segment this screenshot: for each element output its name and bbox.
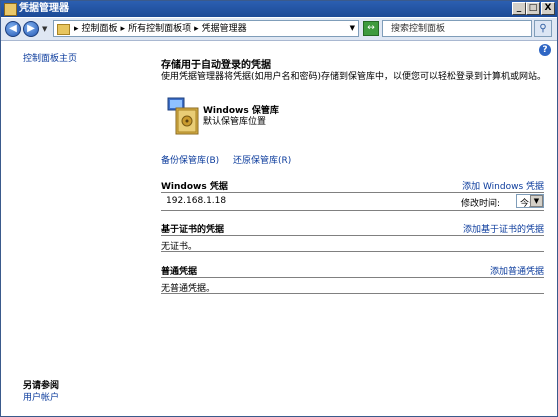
breadcrumb-separator-icon[interactable]: ▸ xyxy=(74,24,79,34)
add-generic-credential-link[interactable]: 添加普通凭据 xyxy=(490,264,544,277)
left-pane: 控制面板主页 另请参阅 用户帐户 xyxy=(1,41,151,416)
page-description: 使用凭据管理器将凭据(如用户名和密码)存储到保管库中，以便您可以轻松登录到计算机… xyxy=(161,72,547,82)
row-divider xyxy=(161,210,544,211)
credential-row[interactable]: 192.168.1.18 修改时间: 今天 ▼ xyxy=(161,193,544,209)
generic-credentials-title: 普通凭据 xyxy=(161,267,198,277)
close-button[interactable]: X xyxy=(541,2,555,15)
generic-credentials-section: 普通凭据 添加普通凭据 无普通凭据。 xyxy=(161,264,544,294)
breadcrumb-credential-manager[interactable]: 凭据管理器 xyxy=(202,24,247,34)
section-divider xyxy=(161,235,544,236)
row-divider xyxy=(161,251,544,252)
breadcrumb-separator-icon[interactable]: ▸ xyxy=(194,24,199,34)
search-placeholder: 搜索控制面板 xyxy=(391,24,446,34)
address-box[interactable]: ▸ 控制面板 ▸ 所有控制面板项 ▸ 凭据管理器 ▼ xyxy=(53,20,359,37)
minimize-button[interactable]: _ xyxy=(512,2,526,15)
control-panel-folder-icon xyxy=(57,24,70,35)
add-windows-credential-link[interactable]: 添加 Windows 凭据 xyxy=(462,179,544,192)
search-input[interactable]: 搜索控制面板 xyxy=(382,20,532,37)
restore-vault-link[interactable]: 还原保管库(R) xyxy=(233,156,291,166)
modified-label: 修改时间: xyxy=(461,199,501,209)
windows-credentials-title: Windows 凭据 xyxy=(161,182,228,192)
row-divider xyxy=(161,293,544,294)
search-icon[interactable]: ⚲ xyxy=(534,20,552,37)
forward-button[interactable]: ▶ xyxy=(23,21,39,37)
certificate-credentials-title: 基于证书的凭据 xyxy=(161,225,225,235)
certificate-credentials-section: 基于证书的凭据 添加基于证书的凭据 无证书。 xyxy=(161,222,544,252)
recent-pages-dropdown-icon[interactable]: ▼ xyxy=(42,25,47,33)
maximize-button[interactable]: □ xyxy=(526,2,540,15)
window-title: 凭据管理器 xyxy=(19,3,69,14)
refresh-button[interactable]: ↔ xyxy=(363,21,379,36)
breadcrumb-control-panel[interactable]: 控制面板 xyxy=(82,24,118,34)
back-button[interactable]: ◀ xyxy=(5,21,21,37)
control-panel-home-link[interactable]: 控制面板主页 xyxy=(23,51,77,64)
help-icon[interactable]: ? xyxy=(539,44,551,56)
add-certificate-credential-link[interactable]: 添加基于证书的凭据 xyxy=(463,222,544,235)
section-divider xyxy=(161,277,544,278)
chevron-down-icon[interactable]: ▼ xyxy=(530,195,543,207)
breadcrumb: ▸ 控制面板 ▸ 所有控制面板项 ▸ 凭据管理器 xyxy=(74,23,250,35)
windows-credentials-section: Windows 凭据 添加 Windows 凭据 192.168.1.18 修改… xyxy=(161,179,544,211)
vault-actions: 备份保管库(B) 还原保管库(R) xyxy=(161,153,291,166)
breadcrumb-all-items[interactable]: 所有控制面板项 xyxy=(128,24,191,34)
title-bar: 凭据管理器 _ □ X xyxy=(1,1,557,17)
vault-location: 默认保管库位置 xyxy=(203,117,267,127)
vault-icon xyxy=(167,97,199,135)
breadcrumb-separator-icon[interactable]: ▸ xyxy=(121,24,126,34)
credential-manager-window: 凭据管理器 _ □ X ◀ ▶ ▼ ▸ 控制面板 ▸ 所有控制面板项 ▸ 凭据管理器 ▼ … xyxy=(0,0,558,417)
address-toolbar: ◀ ▶ ▼ ▸ 控制面板 ▸ 所有控制面板项 ▸ 凭据管理器 ▼ ↔ 搜索控制面板 ⚲ xyxy=(1,18,557,41)
app-icon xyxy=(4,3,17,16)
credential-address[interactable]: 192.168.1.18 xyxy=(166,196,226,206)
user-accounts-link[interactable]: 用户帐户 xyxy=(23,390,59,403)
address-dropdown-icon[interactable]: ▼ xyxy=(350,24,355,32)
backup-vault-link[interactable]: 备份保管库(B) xyxy=(161,156,219,166)
